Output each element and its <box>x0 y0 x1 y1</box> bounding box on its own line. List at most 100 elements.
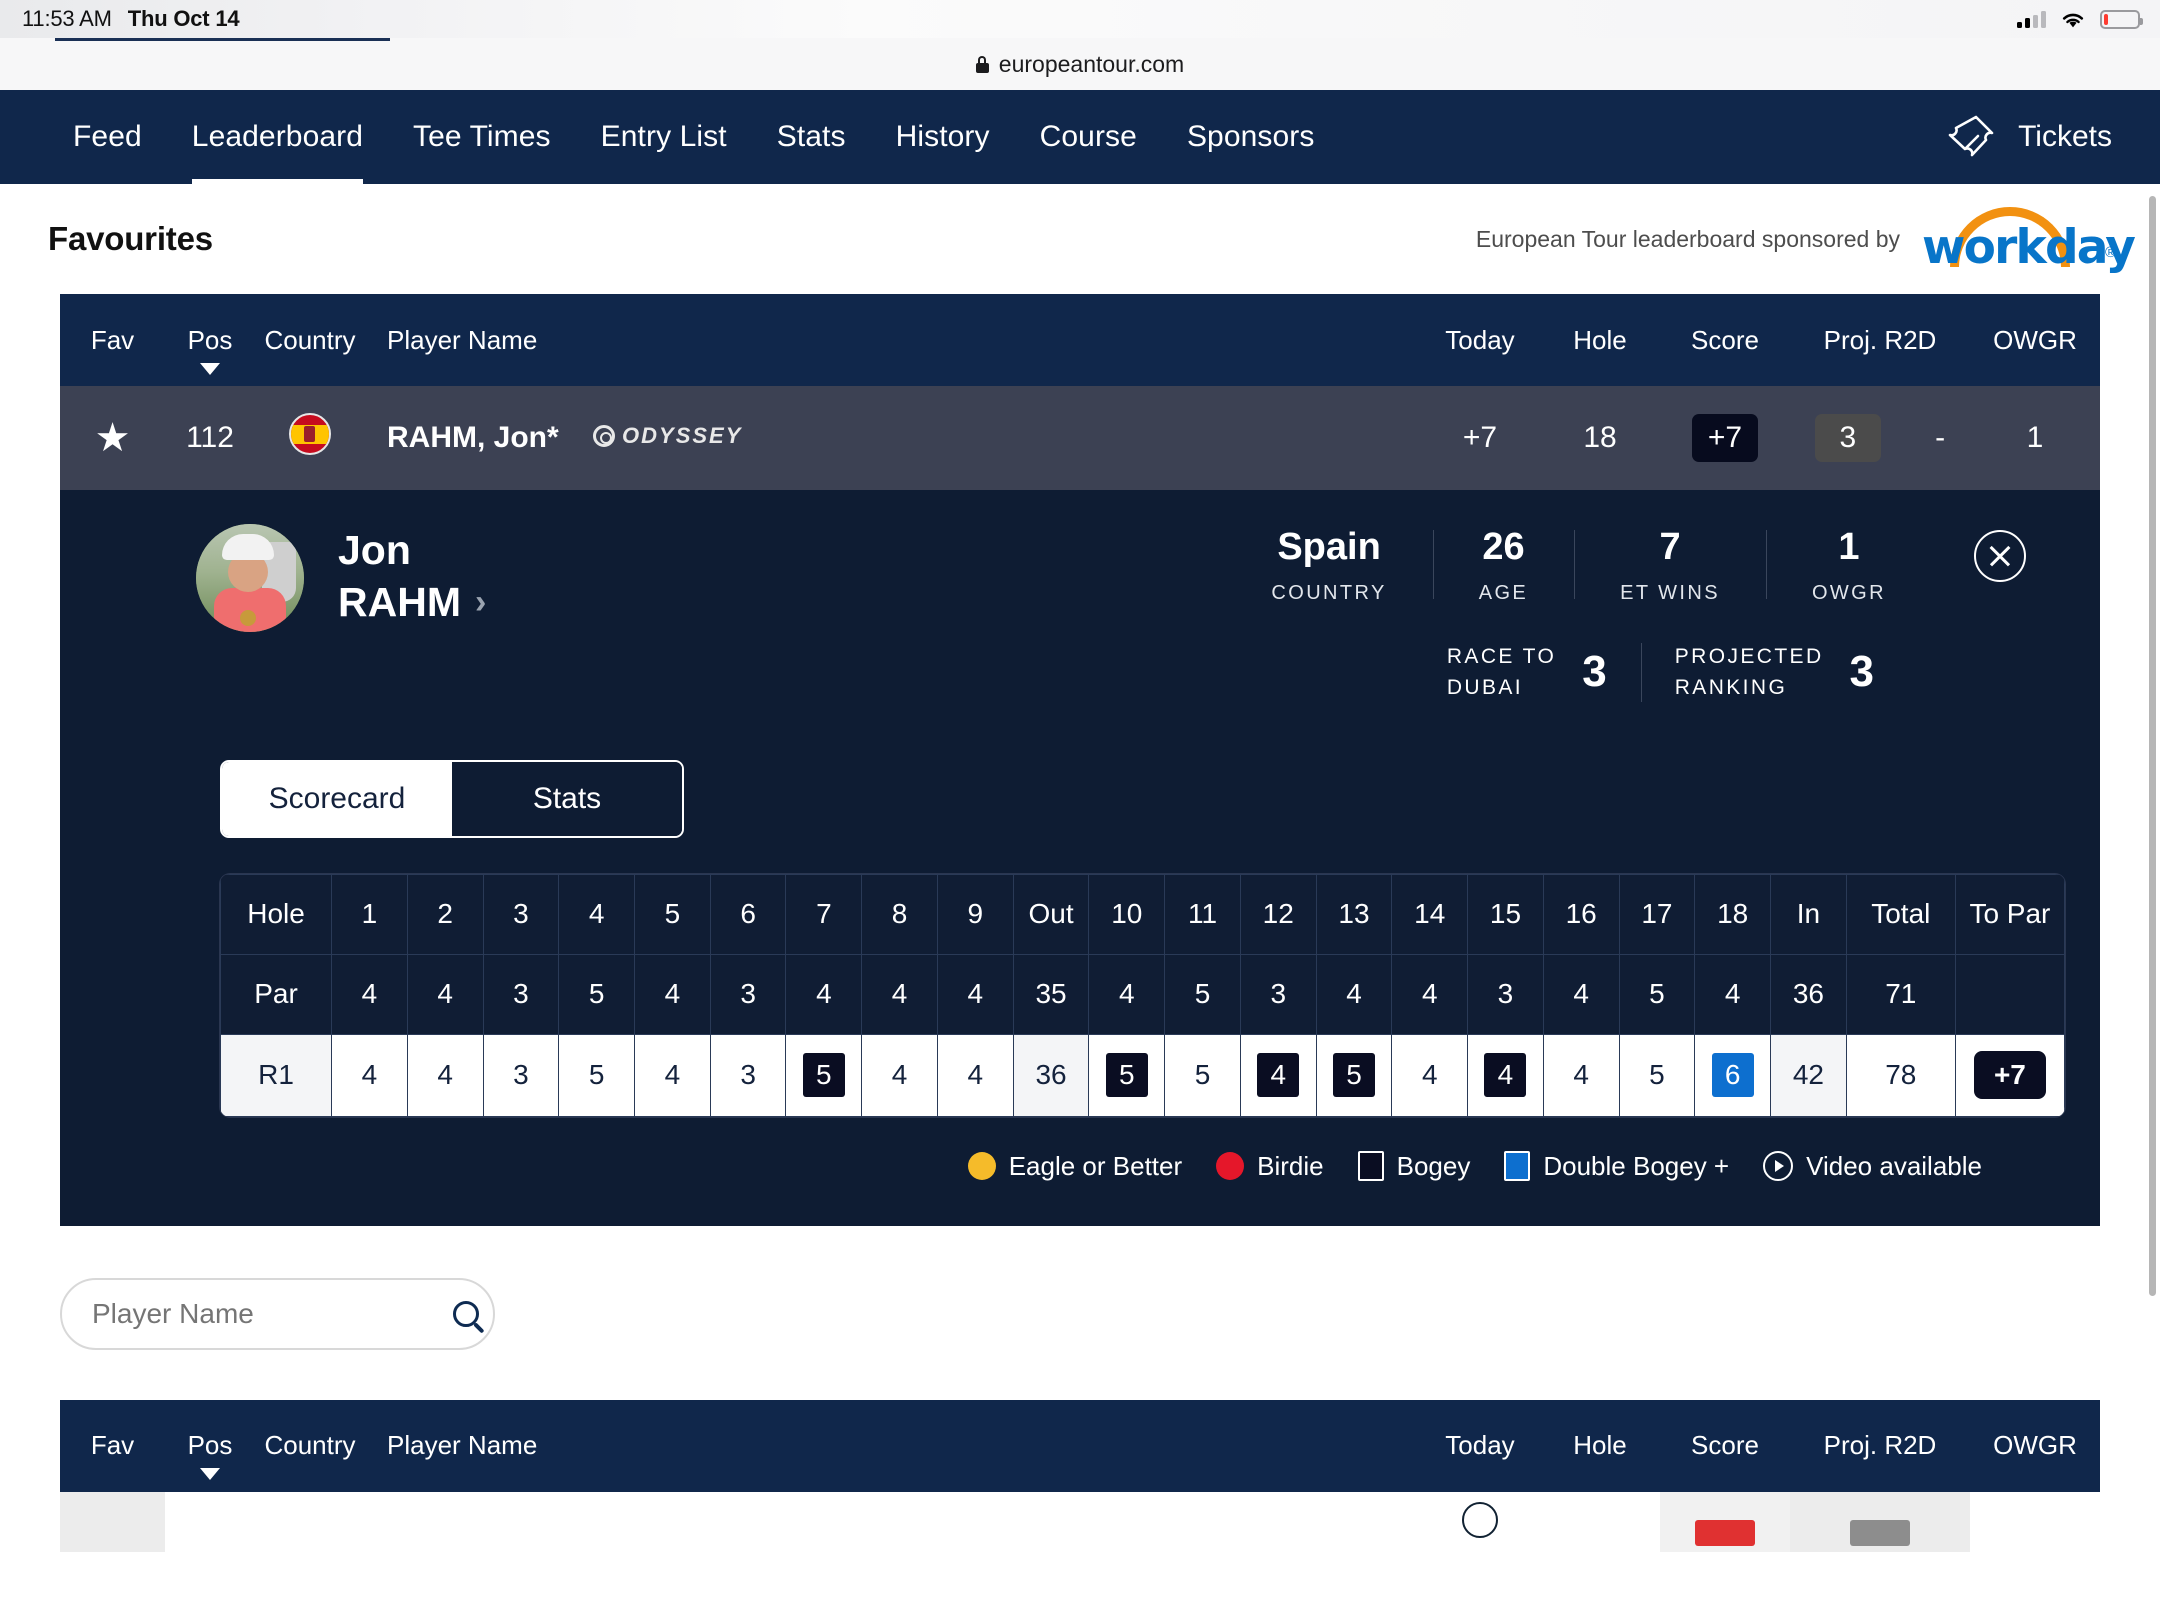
chevron-down-icon <box>200 362 220 375</box>
scorecard-hole-6: 6 <box>709 873 787 955</box>
scorecard-hole-12: 12 <box>1239 873 1317 955</box>
scorecard-par-cell: 5 <box>1164 953 1241 1035</box>
nav-item-leaderboard[interactable]: Leaderboard <box>167 90 388 184</box>
column-header-fav[interactable]: Fav <box>60 325 165 356</box>
bottom-row-name <box>365 1492 1420 1552</box>
site-nav: Feed Leaderboard Tee Times Entry List St… <box>0 90 2160 184</box>
nav-item-sponsors[interactable]: Sponsors <box>1162 90 1340 184</box>
flag-spain-icon <box>289 413 331 455</box>
stat-country-label: COUNTRY <box>1271 581 1387 604</box>
score-mark-bogey: 5 <box>1105 1053 1148 1097</box>
scorecard-par-cell: 4 <box>936 953 1014 1035</box>
detail-rankings-row: RACE TO DUBAI 3 PROJECTED RANKING 3 <box>1413 641 2026 704</box>
scorecard-par-cell: 3 <box>709 953 787 1035</box>
detail-name-block[interactable]: Jon RAHM › <box>338 524 486 629</box>
ranking-label-line2: RANKING <box>1674 676 1788 699</box>
stat-country: Spain COUNTRY <box>1225 524 1432 605</box>
r2d-pill <box>1850 1519 1910 1546</box>
nav-label: History <box>895 120 990 153</box>
column-header-today[interactable]: Today <box>1420 325 1540 356</box>
sponsor-block: European Tour leaderboard sponsored by w… <box>1476 207 2136 275</box>
bottom-column-header-today[interactable]: Today <box>1420 1430 1540 1461</box>
scorecard-par-row: Par 4 4 3 5 4 3 4 4 4 35 4 5 3 4 4 3 4 5 4 36 71 <box>220 953 2065 1035</box>
bottom-row-r2d <box>1790 1491 1970 1552</box>
column-header-pos[interactable]: Pos <box>165 325 255 375</box>
column-header-score[interactable]: Score <box>1660 325 1790 356</box>
nav-item-entry-list[interactable]: Entry List <box>576 90 752 184</box>
table-row[interactable]: ★ 112 RAHM, Jon* ODYSSEY +7 18 +7 3 - 1 <box>60 386 2100 490</box>
bottom-row-owgr <box>1970 1492 2100 1552</box>
bottom-column-header-pos[interactable]: Pos <box>165 1430 255 1480</box>
tab-scorecard[interactable]: Scorecard <box>222 761 452 836</box>
scorecard-par-cell: 3 <box>1239 953 1317 1035</box>
workday-wordmark: workday <box>1922 220 2136 275</box>
bottom-column-header-fav[interactable]: Fav <box>60 1430 165 1461</box>
favourite-toggle[interactable]: ★ <box>60 418 165 459</box>
nav-item-history[interactable]: History <box>871 90 1015 184</box>
ranking-race-to-dubai-value: 3 <box>1582 647 1607 696</box>
bottom-row-pos <box>165 1492 255 1552</box>
scorecard-hole-to-par: To Par <box>1954 873 2065 955</box>
chevron-down-icon <box>200 1468 220 1480</box>
column-header-player-name[interactable]: Player Name <box>365 325 1420 356</box>
nav-item-course[interactable]: Course <box>1015 90 1162 184</box>
column-header-country[interactable]: Country <box>255 325 365 356</box>
scorecard-par-cell: 3 <box>1467 953 1544 1035</box>
score-mark-bogey: 4 <box>1484 1053 1527 1097</box>
bottom-column-header-country[interactable]: Country <box>255 1430 365 1461</box>
scorecard-par-cell: 4 <box>1315 953 1393 1035</box>
odyssey-ring-icon <box>593 425 616 447</box>
scorecard-label-par: Par <box>220 953 333 1035</box>
chevron-right-icon[interactable]: › <box>475 581 486 625</box>
column-header-proj-r2d[interactable]: Proj. R2D <box>1790 325 1970 356</box>
stat-country-value: Spain <box>1277 526 1381 568</box>
status-date: Thu Oct 14 <box>127 6 240 31</box>
ranking-race-to-dubai-label: RACE TO DUBAI <box>1447 641 1556 704</box>
scorecard-par-cell: 35 <box>1012 953 1090 1035</box>
bottom-column-header-owgr[interactable]: OWGR <box>1970 1430 2100 1461</box>
search-box[interactable] <box>60 1277 495 1350</box>
video-play-icon <box>1763 1151 1794 1181</box>
score-mark-bogey: 4 <box>1257 1053 1300 1097</box>
nav-item-tee-times[interactable]: Tee Times <box>388 90 576 184</box>
scorecard-label-round: R1 <box>220 1033 333 1117</box>
main-leaderboard-table: Fav Pos Country Player Name Today Hole S… <box>60 1399 2100 1552</box>
scorecard-par-cell: 4 <box>1391 953 1469 1035</box>
close-circle-icon[interactable] <box>1974 530 2026 582</box>
search-input[interactable] <box>92 1297 453 1330</box>
nav-item-feed[interactable]: Feed <box>48 90 167 184</box>
scorecard-score-cell: 4 <box>1239 1033 1317 1117</box>
tickets-button[interactable]: Tickets <box>1942 114 2112 160</box>
bottom-column-header-player-name[interactable]: Player Name <box>365 1430 1420 1461</box>
scorecard-hole-11: 11 <box>1164 873 1241 955</box>
browser-url-bar[interactable]: europeantour.com <box>0 38 2160 90</box>
tab-stats[interactable]: Stats <box>452 761 682 836</box>
player-photo-avatar <box>196 524 304 632</box>
table-row[interactable] <box>60 1491 2100 1552</box>
url-display[interactable]: europeantour.com <box>975 51 1184 78</box>
scorecard-par-cell: 3 <box>482 953 560 1035</box>
bottom-column-header-score[interactable]: Score <box>1660 1430 1790 1461</box>
bottom-column-header-pos-label: Pos <box>187 1430 233 1460</box>
nav-item-stats[interactable]: Stats <box>752 90 871 184</box>
stat-age-label: AGE <box>1478 581 1529 604</box>
page-scrollbar[interactable] <box>2149 196 2156 1296</box>
scorecard-score-cell: 42 <box>1770 1033 1847 1117</box>
leaderboard-header-row: Fav Pos Country Player Name Today Hole S… <box>60 294 2100 386</box>
bottom-column-header-hole[interactable]: Hole <box>1540 1430 1660 1461</box>
bottom-row-fav[interactable] <box>60 1491 165 1552</box>
row-score-cell: +7 <box>1660 414 1790 462</box>
search-icon[interactable] <box>453 1300 479 1327</box>
lock-icon <box>975 55 989 73</box>
column-header-hole[interactable]: Hole <box>1540 325 1660 356</box>
bottom-column-header-proj-r2d[interactable]: Proj. R2D <box>1790 1430 1970 1461</box>
scorecard-score-cell: 5 <box>785 1033 863 1117</box>
score-mark-bogey: 5 <box>1332 1053 1375 1097</box>
scorecard-hole-2: 2 <box>406 873 484 955</box>
legend-item: Double Bogey + <box>1504 1151 1729 1182</box>
row-player-name-cell[interactable]: RAHM, Jon* ODYSSEY <box>365 421 1420 455</box>
scorecard-par-cell: 4 <box>331 953 408 1035</box>
column-header-owgr[interactable]: OWGR <box>1970 325 2100 356</box>
legend-label: Video available <box>1806 1150 1982 1181</box>
eagle-legend-icon <box>967 1152 996 1180</box>
